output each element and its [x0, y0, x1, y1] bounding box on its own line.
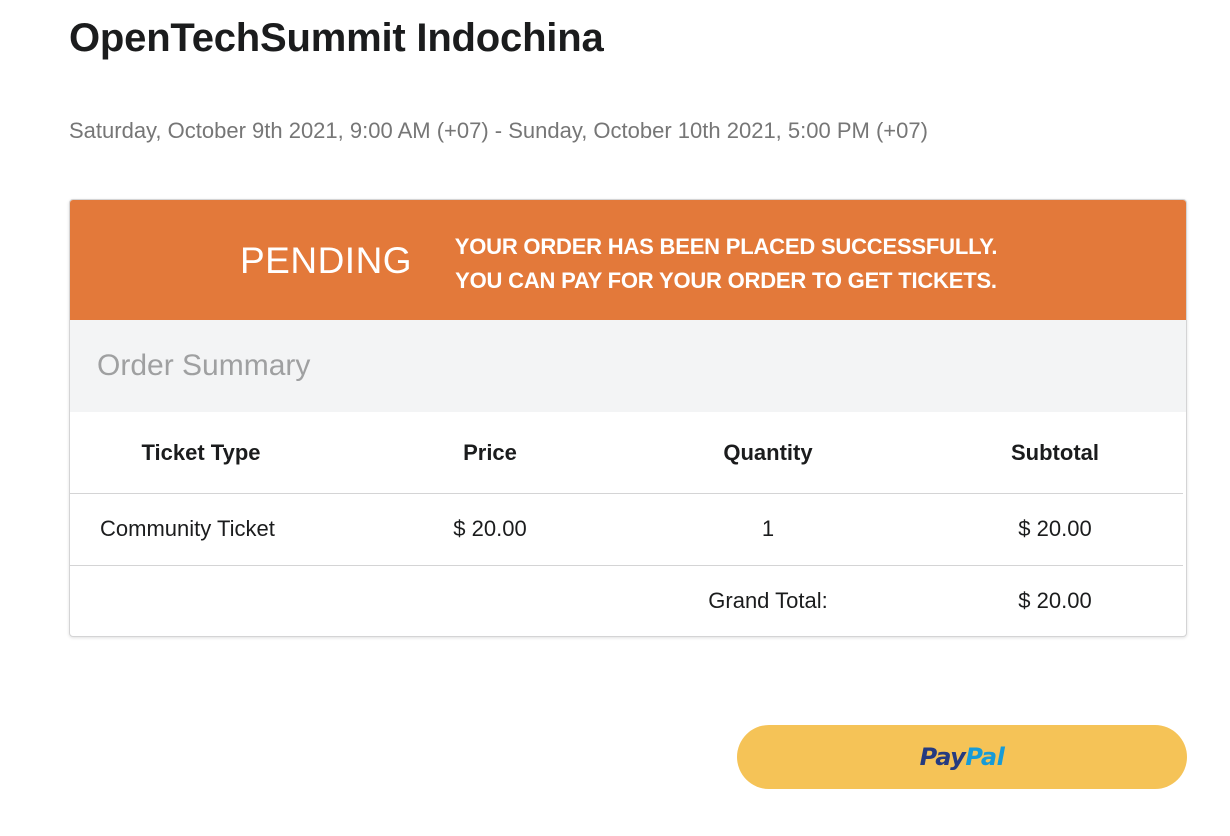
status-message: YOUR ORDER HAS BEEN PLACED SUCCESSFULLY.… — [426, 230, 1026, 298]
event-title: OpenTechSummit Indochina — [69, 16, 604, 60]
grand-total-value: $ 20.00 — [1018, 588, 1092, 613]
event-dates: Saturday, October 9th 2021, 9:00 AM (+07… — [69, 118, 928, 143]
column-header-ticket-type: Ticket Type — [141, 440, 261, 465]
row-divider — [70, 493, 1183, 494]
paypal-logo-icon: Pay Pal — [737, 725, 1187, 789]
paypal-logo-pal: Pal — [965, 743, 1005, 771]
paypal-logo-pay: Pay — [919, 743, 966, 771]
quantity-cell: 1 — [761, 516, 775, 541]
grand-total-label: Grand Total: — [708, 588, 828, 613]
order-summary-header: Order Summary — [70, 320, 1186, 412]
column-header-subtotal: Subtotal — [1011, 440, 1099, 465]
subtotal-cell: $ 20.00 — [1018, 516, 1092, 541]
order-card: PENDING YOUR ORDER HAS BEEN PLACED SUCCE… — [69, 199, 1187, 637]
ticket-type-cell: Community Ticket — [100, 516, 275, 541]
price-cell: $ 20.00 — [453, 516, 527, 541]
status-message-line-1: YOUR ORDER HAS BEEN PLACED SUCCESSFULLY. — [454, 234, 998, 259]
row-divider — [70, 565, 1183, 566]
status-message-line-2: YOU CAN PAY FOR YOUR ORDER TO GET TICKET… — [455, 268, 997, 293]
status-banner: PENDING YOUR ORDER HAS BEEN PLACED SUCCE… — [70, 200, 1186, 320]
order-summary-title: Order Summary — [97, 349, 311, 382]
column-header-quantity: Quantity — [723, 440, 813, 465]
paypal-button[interactable]: Pay Pal — [737, 725, 1187, 789]
column-header-price: Price — [463, 440, 517, 465]
status-label: PENDING — [240, 240, 413, 281]
